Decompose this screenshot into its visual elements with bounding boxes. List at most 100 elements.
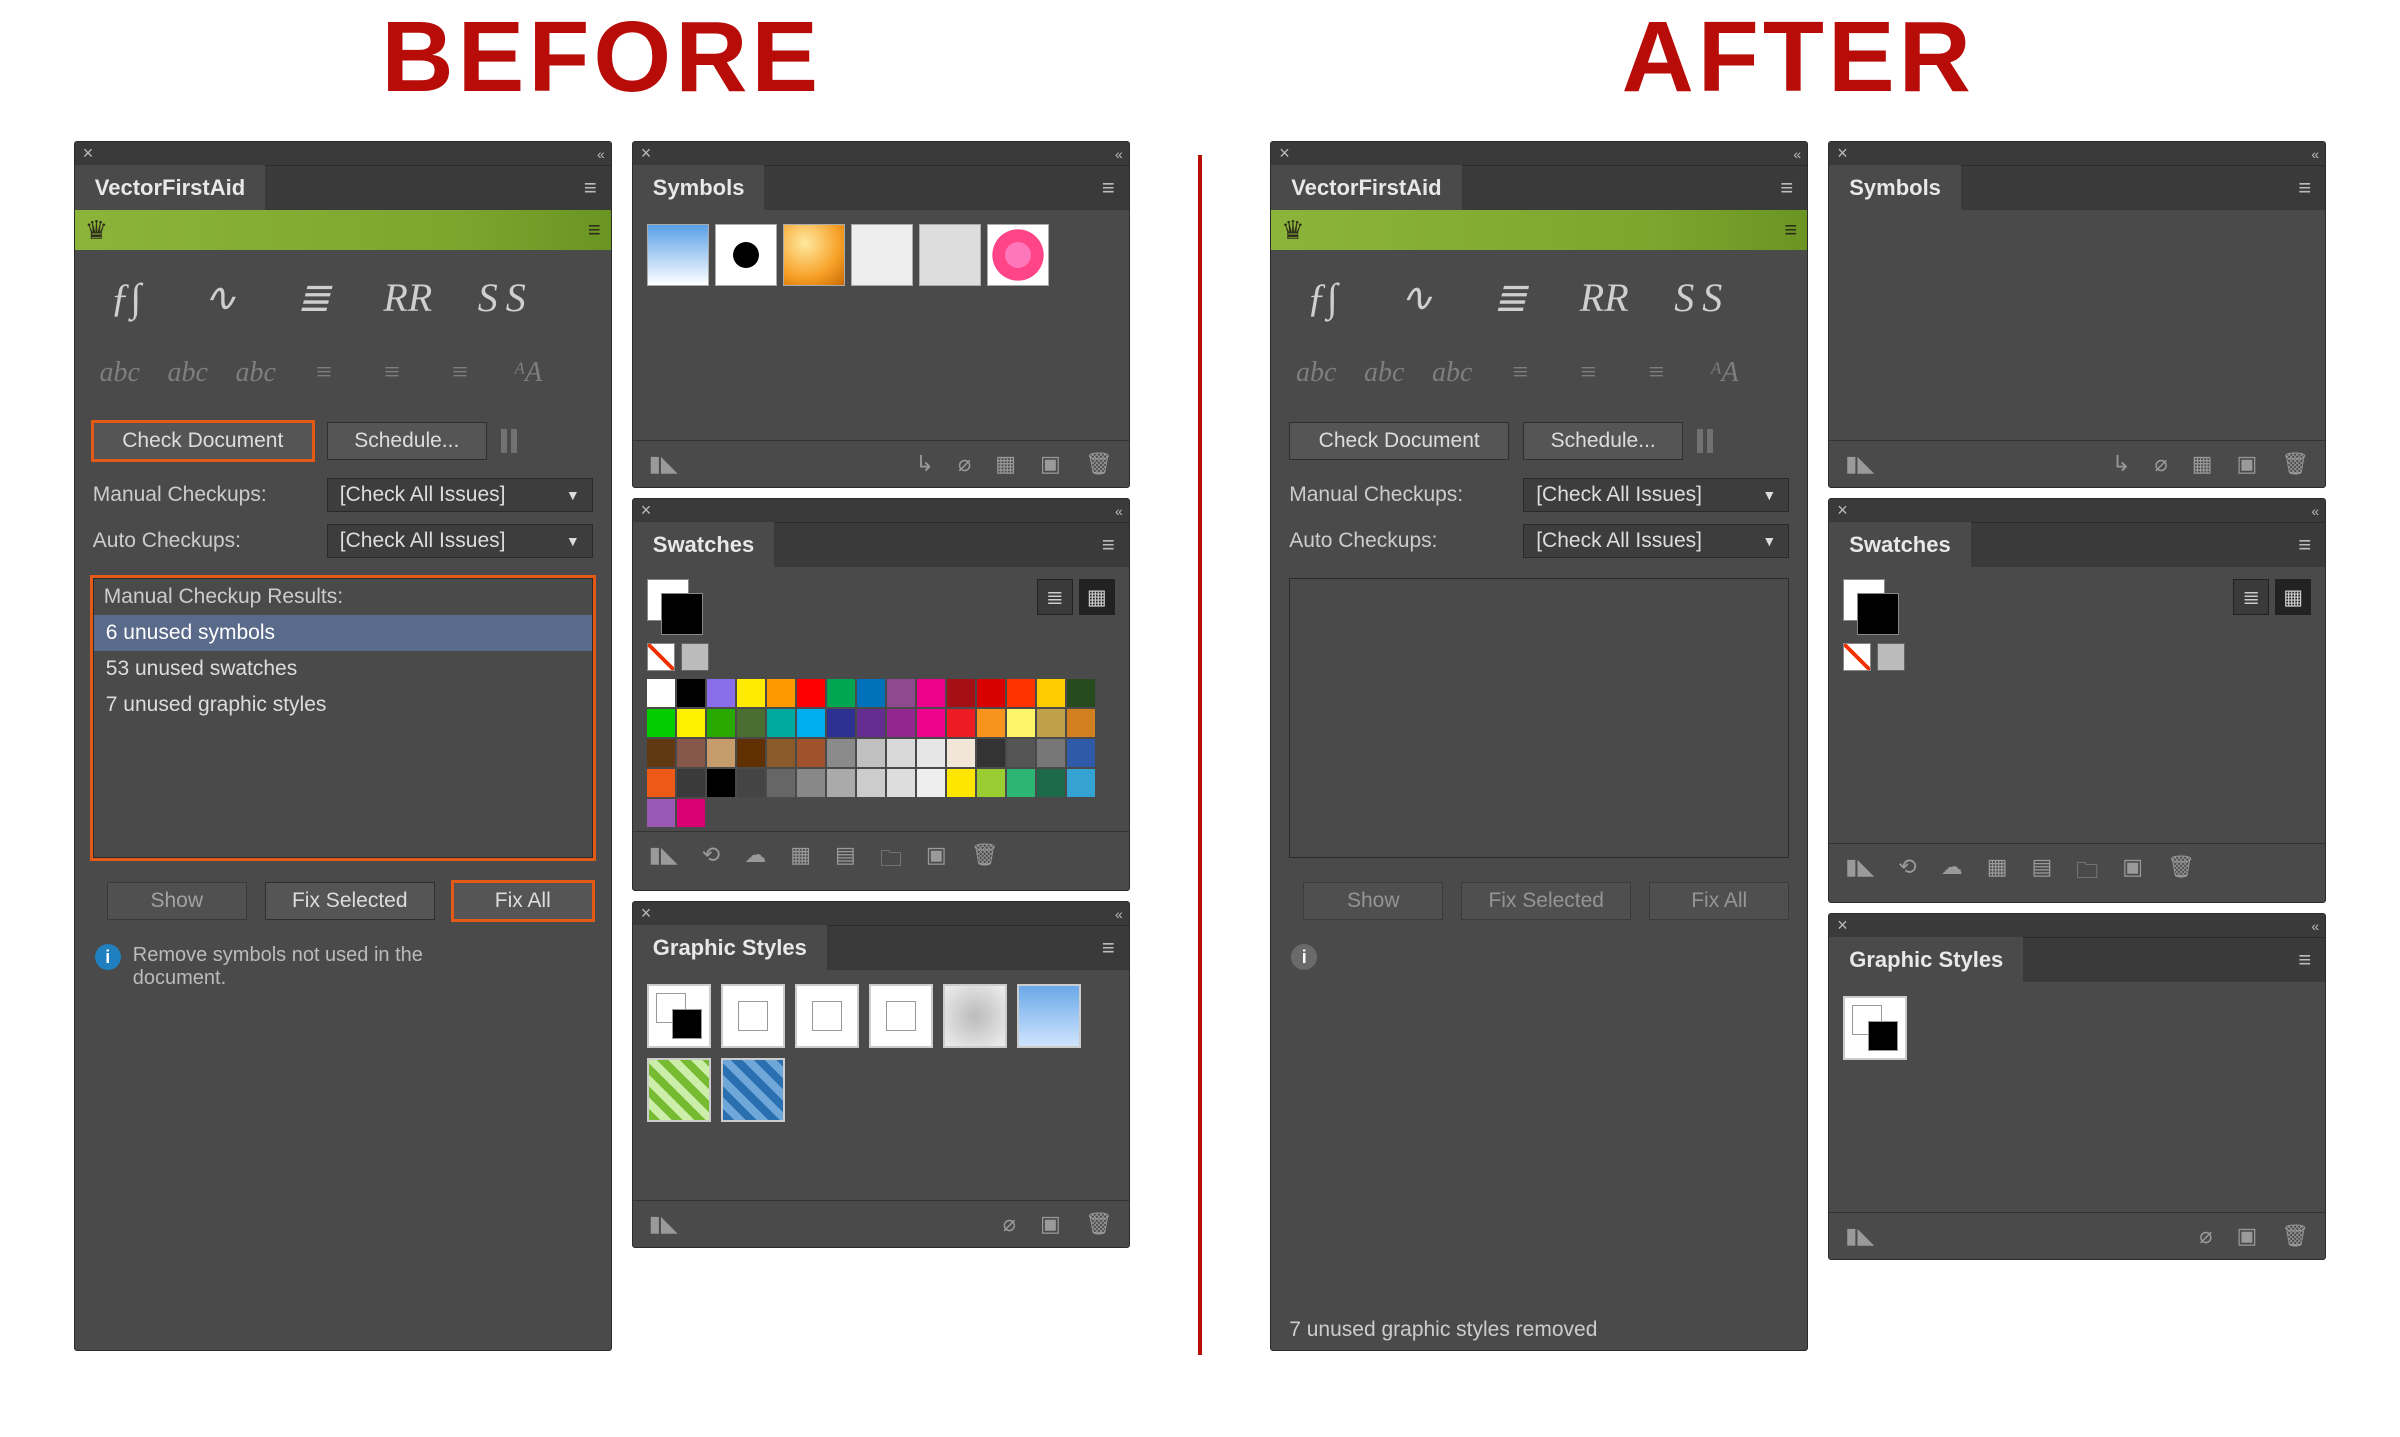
panel-menu-icon[interactable]: ≡	[570, 175, 611, 201]
text-tool-2-icon[interactable]: abc	[1361, 350, 1407, 396]
kinds-icon[interactable]: ⟲	[1898, 854, 1916, 892]
type-scale-icon[interactable]: ᴬA	[1701, 350, 1747, 396]
library-icon[interactable]: ▮◣	[1845, 854, 1874, 892]
tab-graphic-styles[interactable]: Graphic Styles	[1829, 937, 2023, 983]
swatch[interactable]	[797, 679, 825, 707]
tab-swatches[interactable]: Swatches	[1829, 522, 1971, 568]
swatch[interactable]	[707, 679, 735, 707]
swatch[interactable]	[827, 679, 855, 707]
cloud-icon[interactable]: ☁	[1941, 854, 1963, 892]
symbol-gradient[interactable]	[647, 224, 709, 286]
graphic-style-plain[interactable]	[795, 984, 859, 1048]
collapse-icon[interactable]: «	[1109, 906, 1129, 922]
swatch[interactable]	[977, 769, 1005, 797]
collapse-icon[interactable]: «	[591, 146, 611, 162]
break-link-icon[interactable]: ⌀	[2154, 451, 2167, 477]
type-scale-icon[interactable]: ᴬA	[505, 350, 551, 396]
none-swatch[interactable]	[647, 643, 675, 671]
dist-1-icon[interactable]: ≡	[301, 350, 347, 396]
swatch[interactable]	[1037, 769, 1065, 797]
text-tool-3-icon[interactable]: abc	[233, 350, 279, 396]
panel-menu-icon[interactable]: ≡	[2284, 175, 2325, 201]
graphic-style-swirl-green[interactable]	[647, 1058, 711, 1122]
show-button[interactable]: Show	[107, 882, 247, 920]
graphic-style-split[interactable]	[869, 984, 933, 1048]
new-icon[interactable]: ▣	[1040, 451, 1061, 477]
close-icon[interactable]: ×	[633, 143, 660, 164]
tool-rr-icon[interactable]: RR	[1575, 268, 1633, 326]
text-tool-1-icon[interactable]: abc	[97, 350, 143, 396]
swatch[interactable]	[767, 679, 795, 707]
dist-3-icon[interactable]: ≡	[1633, 350, 1679, 396]
swatch[interactable]	[1067, 709, 1095, 737]
place-icon[interactable]: ↳	[916, 451, 934, 477]
swatch[interactable]	[1007, 709, 1035, 737]
close-icon[interactable]: ×	[1829, 500, 1856, 521]
options-icon[interactable]: ▦	[1987, 854, 2008, 892]
panel-menu-icon[interactable]: ≡	[1766, 175, 1807, 201]
manual-checkups-dropdown[interactable]: [Check All Issues]▼	[1523, 478, 1789, 512]
swatch[interactable]	[887, 679, 915, 707]
text-tool-1-icon[interactable]: abc	[1293, 350, 1339, 396]
tool-rr-icon[interactable]: RR	[379, 268, 437, 326]
swatch[interactable]	[827, 709, 855, 737]
swatch[interactable]	[857, 769, 885, 797]
swatch[interactable]	[1037, 679, 1065, 707]
tab-vfa[interactable]: VectorFirstAid	[75, 165, 265, 211]
swatch[interactable]	[647, 799, 675, 827]
fix-selected-button[interactable]: Fix Selected	[265, 882, 435, 920]
group-icon[interactable]: ▤	[835, 842, 856, 880]
stroke-swatch[interactable]	[661, 593, 703, 635]
library-icon[interactable]: ▮◣	[649, 451, 678, 477]
panel-menu-icon[interactable]: ≡	[1088, 935, 1129, 961]
trash-icon[interactable]: 🗑	[971, 842, 999, 880]
tool-ss-icon[interactable]: S S	[1669, 268, 1727, 326]
collapse-icon[interactable]: «	[2305, 146, 2325, 162]
swatch[interactable]	[1067, 769, 1095, 797]
swatch[interactable]	[677, 769, 705, 797]
pause-icon[interactable]	[501, 429, 531, 453]
check-document-button[interactable]: Check Document	[93, 422, 313, 460]
swatch[interactable]	[797, 739, 825, 767]
dist-2-icon[interactable]: ≡	[369, 350, 415, 396]
tab-symbols[interactable]: Symbols	[1829, 165, 1961, 211]
swatch[interactable]	[737, 769, 765, 797]
break-link-icon[interactable]: ⌀	[2199, 1223, 2212, 1249]
swatch[interactable]	[977, 739, 1005, 767]
text-tool-3-icon[interactable]: abc	[1429, 350, 1475, 396]
swatch[interactable]	[887, 739, 915, 767]
graphic-style-blur[interactable]	[943, 984, 1007, 1048]
library-icon[interactable]: ▮◣	[649, 842, 678, 880]
swatch[interactable]	[857, 739, 885, 767]
tool-align-icon[interactable]: ≣	[1481, 268, 1539, 326]
swatch[interactable]	[947, 739, 975, 767]
swatch[interactable]	[707, 739, 735, 767]
tool-curve-icon[interactable]: ∿	[191, 268, 249, 326]
swatch[interactable]	[677, 739, 705, 767]
grid-view-button[interactable]: ▦	[1079, 579, 1115, 615]
swatch[interactable]	[737, 709, 765, 737]
symbol-spiro[interactable]	[919, 224, 981, 286]
library-icon[interactable]: ▮◣	[649, 1211, 678, 1237]
show-button[interactable]: Show	[1303, 882, 1443, 920]
swatch[interactable]	[857, 679, 885, 707]
none-swatch[interactable]	[1843, 643, 1871, 671]
trash-icon[interactable]: 🗑	[1085, 451, 1113, 477]
new-icon[interactable]: ▣	[926, 842, 947, 880]
fix-all-button[interactable]: Fix All	[1649, 882, 1789, 920]
tab-symbols[interactable]: Symbols	[633, 165, 765, 211]
auto-checkups-dropdown[interactable]: [Check All Issues] ▼	[327, 524, 593, 558]
swatch[interactable]	[767, 709, 795, 737]
brand-menu-icon[interactable]: ≡	[1784, 217, 1797, 243]
symbol-ribbon[interactable]	[851, 224, 913, 286]
options-icon[interactable]: ▦	[995, 451, 1016, 477]
swatch[interactable]	[887, 769, 915, 797]
swatch[interactable]	[947, 679, 975, 707]
swatch[interactable]	[647, 709, 675, 737]
symbol-flower[interactable]	[987, 224, 1049, 286]
swatch[interactable]	[1037, 709, 1065, 737]
tool-paths-icon[interactable]: ƒ∫	[97, 268, 155, 326]
manual-checkups-dropdown[interactable]: [Check All Issues] ▼	[327, 478, 593, 512]
tool-curve-icon[interactable]: ∿	[1387, 268, 1445, 326]
panel-menu-icon[interactable]: ≡	[1088, 175, 1129, 201]
